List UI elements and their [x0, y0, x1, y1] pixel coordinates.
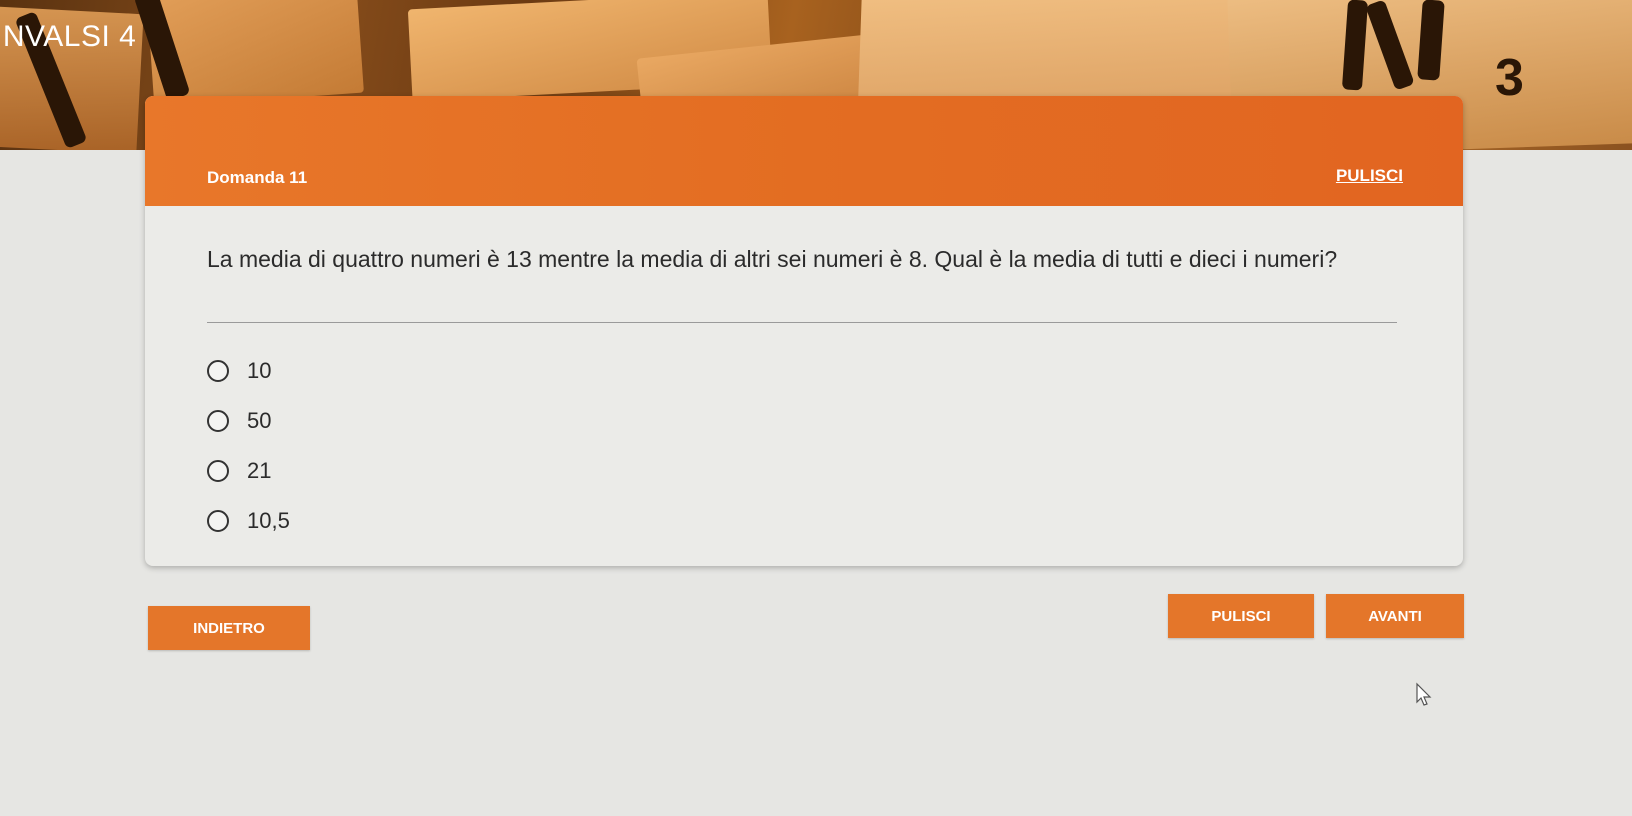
- answer-option[interactable]: 10: [207, 346, 290, 396]
- radio-button[interactable]: [207, 410, 229, 432]
- answer-options: 10 50 21 10,5: [207, 346, 290, 546]
- back-button[interactable]: INDIETRO: [148, 606, 310, 650]
- radio-button[interactable]: [207, 460, 229, 482]
- question-number: Domanda 11: [207, 168, 308, 187]
- answer-option-label: 21: [247, 458, 272, 483]
- mouse-cursor-icon: [1416, 682, 1432, 706]
- tile-superscript: 3: [1495, 49, 1524, 107]
- answer-option[interactable]: 10,5: [207, 496, 290, 546]
- answer-option-label: 10,5: [247, 508, 290, 533]
- radio-button[interactable]: [207, 510, 229, 532]
- question-text: La media di quattro numeri è 13 mentre l…: [207, 246, 1338, 272]
- question-card-header: Domanda 11 PULISCI: [145, 96, 1463, 206]
- answer-option[interactable]: 50: [207, 396, 290, 446]
- answer-option-label: 10: [247, 358, 272, 383]
- divider: [207, 322, 1397, 323]
- clear-answer-link[interactable]: PULISCI: [1336, 166, 1403, 186]
- brand-title: INVALSI 4: [0, 20, 137, 53]
- answer-option[interactable]: 21: [207, 446, 290, 496]
- answer-option-label: 50: [247, 408, 272, 433]
- question-card: Domanda 11 PULISCI La media di quattro n…: [145, 96, 1463, 566]
- radio-button[interactable]: [207, 360, 229, 382]
- clear-button[interactable]: PULISCI: [1168, 594, 1314, 638]
- next-button[interactable]: AVANTI: [1326, 594, 1464, 638]
